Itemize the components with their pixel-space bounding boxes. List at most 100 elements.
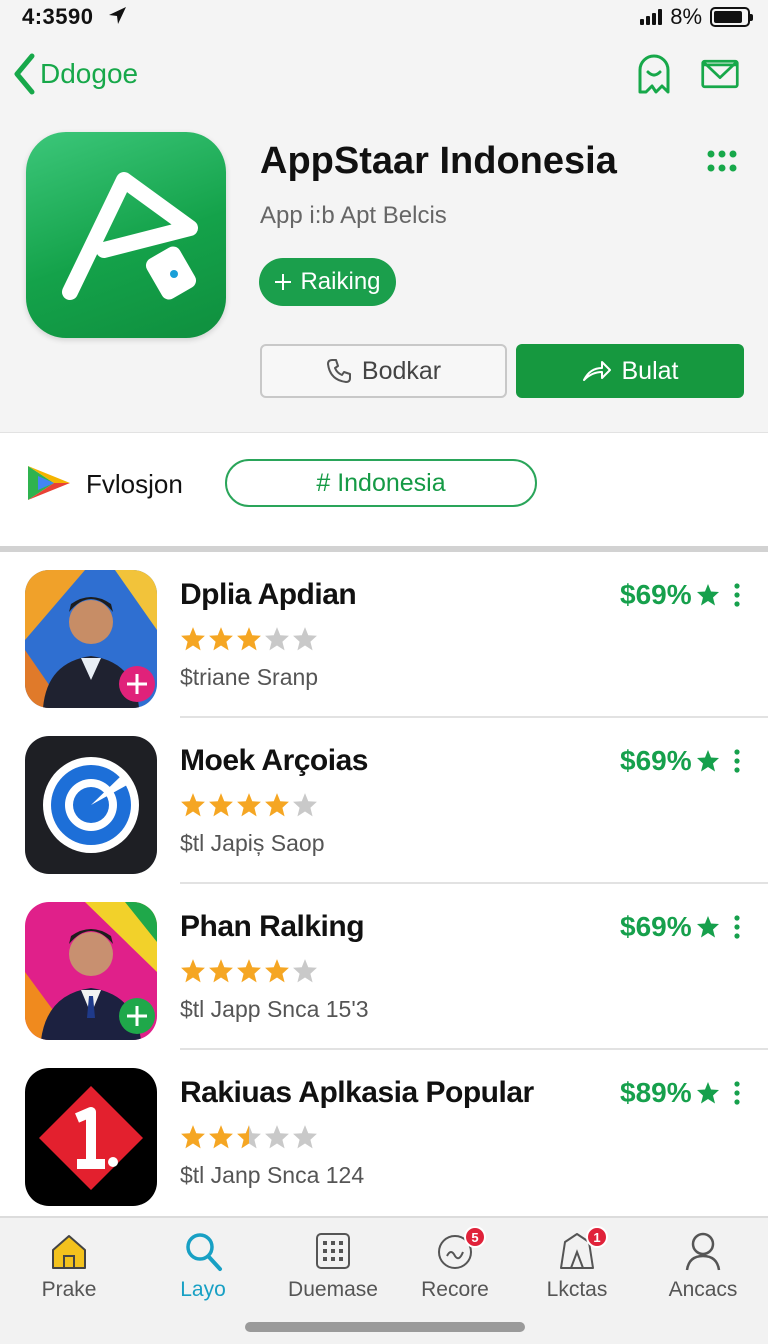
status-bar: 4:3590 8% — [0, 0, 768, 34]
tab-grid[interactable]: Duemase — [278, 1230, 388, 1320]
play-logo-icon — [28, 466, 70, 500]
app-price-value: $89% — [620, 1077, 692, 1108]
tab-label: Layo — [180, 1278, 226, 1301]
primary-action-label: Bulat — [621, 356, 679, 385]
star-icon — [696, 584, 719, 606]
filter-label: Fvlosjon — [86, 469, 183, 499]
person-icon — [685, 1232, 721, 1271]
back-button[interactable]: Ddogoe — [12, 52, 138, 96]
star-rating — [180, 1124, 318, 1150]
battery-percent: 8% — [670, 4, 702, 29]
more-grid-icon[interactable] — [706, 147, 738, 175]
app-thumbnail — [25, 736, 157, 874]
star-icon — [237, 793, 261, 817]
star-icon — [293, 959, 317, 983]
app-price: $69% — [620, 745, 720, 777]
tab-tent[interactable]: 1 Lkctas — [522, 1226, 632, 1320]
star-icon — [209, 793, 233, 817]
app-price: $69% — [620, 911, 720, 943]
tab-home[interactable]: Prake — [14, 1230, 124, 1320]
tab-profile[interactable]: Ancacs — [648, 1230, 758, 1320]
star-icon — [181, 793, 205, 817]
mail-icon[interactable] — [700, 52, 740, 96]
star-icon — [293, 793, 317, 817]
battery-icon — [710, 7, 753, 27]
star-icon — [265, 627, 289, 651]
back-label: Ddogoe — [40, 58, 139, 89]
tab-label: Recore — [421, 1278, 489, 1301]
primary-action-button[interactable]: Bulat — [516, 344, 744, 398]
app-price-value: $69% — [620, 745, 692, 776]
more-vertical-icon[interactable] — [730, 1080, 744, 1106]
ghost-icon[interactable] — [634, 52, 674, 96]
app-icon — [26, 132, 226, 338]
share-icon — [582, 361, 611, 381]
secondary-action-button[interactable]: Bodkar — [260, 344, 507, 398]
tab-recent[interactable]: 5 Recore — [400, 1226, 510, 1320]
app-title: AppStaar Indonesia — [260, 140, 617, 182]
star-icon — [293, 1125, 317, 1149]
tab-label: Duemase — [288, 1278, 378, 1301]
star-rating — [180, 958, 318, 984]
app-name: Rakiuas Aplkasia Popular — [180, 1076, 534, 1109]
notification-badge: 5 — [464, 1226, 486, 1248]
plus-icon — [275, 274, 292, 290]
grid-icon — [316, 1233, 350, 1269]
star-icon — [209, 627, 233, 651]
star-icon — [181, 627, 205, 651]
star-icon — [209, 1125, 233, 1149]
app-price: $69% — [620, 579, 720, 611]
more-vertical-icon[interactable] — [730, 914, 744, 940]
star-rating — [180, 792, 318, 818]
app-price: $89% — [620, 1077, 720, 1109]
app-subtitle: App i:b Apt Belcis — [260, 202, 447, 229]
list-item[interactable]: Moek Arçoias $tl Japiș Saop $69% — [0, 718, 768, 884]
tab-label: Lkctas — [546, 1278, 608, 1301]
app-name: Moek Arçoias — [180, 744, 368, 777]
status-indicators: 8% — [640, 4, 753, 30]
app-price-value: $69% — [620, 579, 692, 610]
chevron-left-icon — [14, 53, 35, 95]
app-list: Dplia Apdian $triane Sranp $69% Moek Arç… — [0, 552, 768, 1216]
star-icon — [696, 1082, 719, 1104]
app-thumbnail — [25, 1068, 157, 1206]
secondary-action-label: Bodkar — [361, 356, 442, 385]
list-item[interactable]: Rakiuas Aplkasia Popular $tl Janp Snca 1… — [0, 1050, 768, 1216]
app-subtitle: $triane Sranp — [180, 664, 319, 690]
list-item[interactable]: Phan Ralking $tl Japp Snca 15'3 $69% — [0, 884, 768, 1050]
star-icon — [696, 916, 719, 938]
star-rating — [180, 626, 318, 652]
star-icon — [237, 1125, 261, 1149]
phone-icon — [326, 359, 351, 383]
home-indicator — [245, 1322, 525, 1332]
tab-label: Ancacs — [668, 1278, 738, 1301]
search-icon — [186, 1233, 222, 1271]
ranking-label: Raiking — [300, 268, 381, 295]
ranking-button[interactable]: Raiking — [259, 258, 396, 306]
app-thumbnail — [25, 902, 157, 1040]
tab-search[interactable]: Layo — [148, 1230, 258, 1320]
more-vertical-icon[interactable] — [730, 582, 744, 608]
app-subtitle: $tl Japp Snca 15'3 — [180, 996, 369, 1022]
star-icon — [265, 959, 289, 983]
signal-icon — [640, 9, 663, 25]
country-tag-button[interactable]: # Indonesia — [225, 459, 537, 507]
star-icon — [237, 627, 261, 651]
list-item[interactable]: Dplia Apdian $triane Sranp $69% — [0, 552, 768, 718]
app-thumbnail — [25, 570, 157, 708]
app-logo-icon — [62, 172, 198, 300]
star-icon — [181, 959, 205, 983]
filter-section: Fvlosjon # Indonesia — [0, 432, 768, 548]
tab-label: Prake — [41, 1278, 97, 1301]
app-name: Dplia Apdian — [180, 578, 357, 611]
star-icon — [265, 1125, 289, 1149]
star-icon — [265, 793, 289, 817]
notification-badge: 1 — [586, 1226, 608, 1248]
app-name: Phan Ralking — [180, 910, 365, 943]
star-icon — [181, 1125, 205, 1149]
app-subtitle: $tl Japiș Saop — [180, 830, 325, 856]
more-vertical-icon[interactable] — [730, 748, 744, 774]
location-arrow-icon — [109, 7, 126, 24]
home-icon — [52, 1235, 86, 1269]
star-icon — [293, 627, 317, 651]
